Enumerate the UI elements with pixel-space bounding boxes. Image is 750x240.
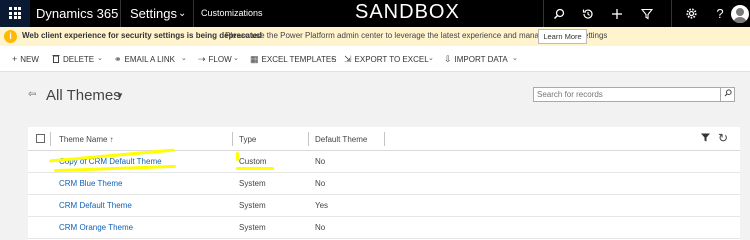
filter-icon[interactable] (701, 133, 710, 145)
import-data-label: IMPORT DATA (454, 55, 508, 64)
theme-name-link[interactable]: CRM Default Theme (59, 201, 132, 210)
add-icon[interactable] (603, 0, 631, 27)
advanced-find-filter-icon[interactable] (633, 0, 661, 27)
learn-more-button[interactable]: Learn More (538, 29, 587, 44)
theme-type: Custom (239, 157, 267, 166)
export-excel-label: EXPORT TO EXCEL (354, 55, 429, 64)
column-divider[interactable] (384, 132, 385, 146)
delete-dropdown-chevron-icon[interactable]: ⌄ (97, 54, 103, 62)
nav-separator (120, 0, 121, 27)
theme-type: System (239, 201, 266, 210)
refresh-icon[interactable]: ↻ (718, 131, 728, 145)
new-button[interactable]: + NEW (12, 54, 39, 64)
history-icon[interactable] (574, 0, 602, 27)
search-icon[interactable] (545, 0, 573, 27)
email-link-dropdown-chevron-icon[interactable]: ⌄ (181, 54, 187, 62)
nav-separator (543, 0, 544, 27)
theme-name-link[interactable]: CRM Orange Theme (59, 223, 133, 232)
column-divider[interactable] (232, 132, 233, 146)
excel-icon: ▦ (250, 54, 259, 64)
breadcrumb-customizations[interactable]: Customizations (201, 8, 263, 18)
app-name[interactable]: Dynamics 365 (36, 6, 118, 21)
excel-templates-button[interactable]: ▦ EXCEL TEMPLATES (250, 54, 337, 65)
new-label: NEW (20, 54, 39, 64)
column-header-type[interactable]: Type (239, 135, 256, 144)
waffle-icon[interactable] (0, 0, 30, 27)
theme-type: System (239, 179, 266, 188)
theme-type: System (239, 223, 266, 232)
plus-icon: + (12, 54, 18, 64)
nav-separator (193, 0, 194, 27)
grid-header: Theme Name ↑ Type Default Theme ↻ (28, 127, 740, 151)
view-pin-icon[interactable]: ⇦ (28, 89, 36, 100)
theme-default: No (315, 157, 326, 166)
themes-grid: Theme Name ↑ Type Default Theme ↻ Copy o… (28, 127, 740, 240)
import-data-button[interactable]: ⇩ IMPORT DATA (444, 54, 508, 65)
chevron-down-icon[interactable]: ⌄ (178, 8, 186, 19)
column-divider (50, 132, 51, 146)
help-icon[interactable]: ? (706, 0, 734, 27)
column-divider[interactable] (308, 132, 309, 146)
user-avatar[interactable] (731, 5, 749, 23)
nav-separator (671, 0, 672, 27)
theme-name-link[interactable]: CRM Blue Theme (59, 179, 122, 188)
delete-label: DELETE (63, 55, 95, 64)
theme-default: No (315, 223, 326, 232)
export-icon: ⇲ (344, 54, 352, 64)
info-icon: i (4, 30, 17, 43)
search-records-input[interactable] (533, 87, 721, 102)
flow-button[interactable]: ⇢ FLOW (198, 54, 232, 65)
view-selector-chevron-icon[interactable]: ▼ (116, 91, 124, 100)
search-icon[interactable] (721, 87, 735, 102)
excel-templates-dropdown-chevron-icon[interactable]: ⌄ (330, 54, 336, 62)
import-dropdown-chevron-icon[interactable]: ⌄ (512, 54, 518, 62)
link-icon: ⚭ (114, 54, 122, 64)
table-row[interactable]: CRM Blue Theme System No (28, 173, 740, 195)
excel-templates-label: EXCEL TEMPLATES (261, 55, 337, 64)
environment-label: SANDBOX (355, 1, 460, 23)
column-header-default-theme[interactable]: Default Theme (315, 135, 367, 144)
export-dropdown-chevron-icon[interactable]: ⌄ (428, 54, 434, 62)
table-row[interactable]: CRM Orange Theme System No (28, 217, 740, 239)
highlight-annotation (236, 152, 239, 161)
top-nav-bar: Dynamics 365 Settings ⌄ Customizations S… (0, 0, 750, 27)
gear-icon[interactable] (677, 0, 705, 27)
table-row[interactable]: CRM Default Theme System Yes (28, 195, 740, 217)
view-title[interactable]: All Themes (46, 87, 121, 104)
delete-button[interactable]: DELETE (52, 54, 94, 65)
flow-dropdown-chevron-icon[interactable]: ⌄ (233, 54, 239, 62)
command-bar: + NEW DELETE ⌄ ⚭ EMAIL A LINK ⌄ ⇢ FLOW ⌄… (0, 46, 750, 72)
theme-default: No (315, 179, 326, 188)
select-all-checkbox[interactable] (36, 134, 45, 143)
deprecation-notice-bar: i Web client experience for security set… (0, 27, 750, 46)
email-link-label: EMAIL A LINK (124, 55, 175, 64)
email-link-button[interactable]: ⚭ EMAIL A LINK (114, 54, 175, 65)
trash-icon (52, 54, 60, 65)
theme-default: Yes (315, 201, 329, 210)
table-row[interactable]: Copy of CRM Default Theme Custom No (28, 148, 740, 173)
column-header-theme-name[interactable]: Theme Name ↑ (59, 135, 114, 144)
flow-icon: ⇢ (198, 54, 206, 64)
highlight-annotation (236, 167, 274, 170)
area-selector[interactable]: Settings (130, 6, 177, 21)
import-icon: ⇩ (444, 54, 452, 64)
export-excel-button[interactable]: ⇲ EXPORT TO EXCEL (344, 54, 429, 65)
flow-label: FLOW (208, 55, 232, 64)
